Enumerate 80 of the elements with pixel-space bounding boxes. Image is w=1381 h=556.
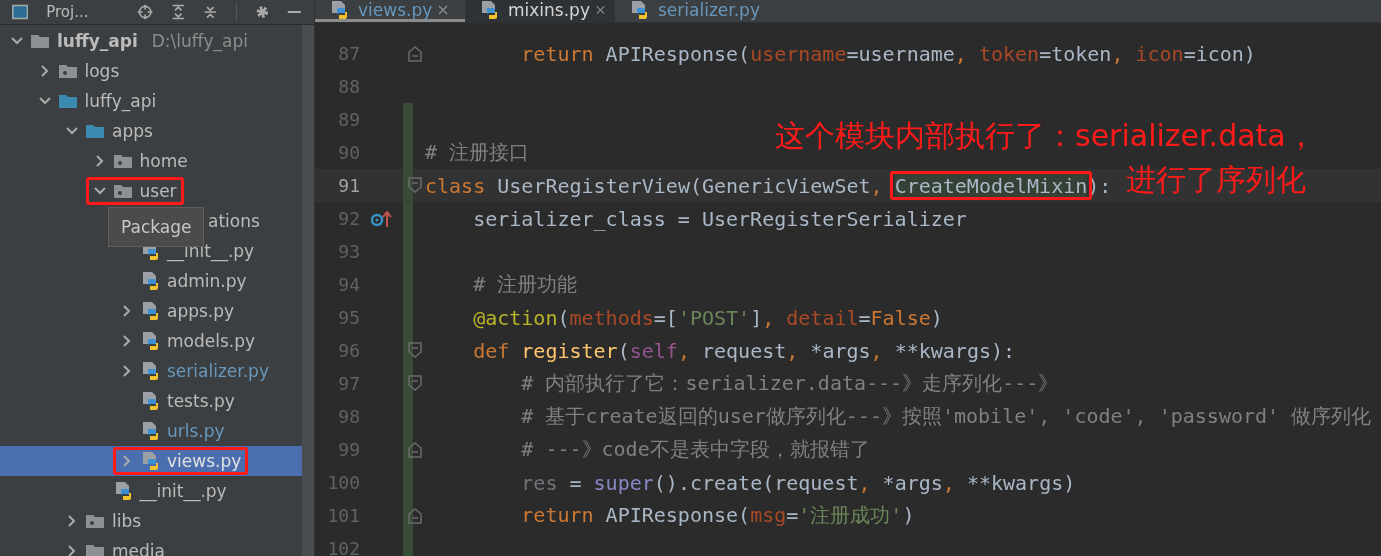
code-line: res = super().create(request, *args, **kwargs): [520, 470, 1076, 495]
tree-item[interactable]: tests.py: [113, 387, 242, 415]
override-icon[interactable]: [371, 210, 393, 228]
line-number: 96: [337, 340, 360, 361]
editor-tab[interactable]: mixins.py: [465, 0, 615, 22]
panel-title[interactable]: Proj...: [46, 3, 89, 21]
line-number: 88: [337, 76, 360, 97]
code-comment: # ---》code不是表中字段，就报错了: [520, 436, 870, 463]
fold-icon[interactable]: [408, 342, 422, 359]
code-comment: # 注册接口: [424, 139, 530, 166]
line-number: 91: [337, 175, 360, 196]
fold-icon[interactable]: [408, 375, 422, 392]
tree-item[interactable]: urls.py: [113, 417, 232, 445]
python-file-icon: [140, 301, 160, 321]
python-file-icon: [140, 271, 160, 291]
line-number: 100: [326, 472, 360, 493]
folder-icon: [85, 513, 105, 529]
tree-item[interactable]: apps: [58, 117, 160, 145]
fold-icon[interactable]: [408, 45, 422, 62]
line-number: 102: [326, 538, 360, 556]
line-number: 95: [337, 307, 360, 328]
line-number: 98: [337, 406, 360, 427]
tree-item[interactable]: apps.py: [113, 297, 242, 325]
python-file-icon: [479, 0, 499, 20]
line-number: 87: [337, 43, 360, 64]
python-file-icon: [329, 0, 349, 20]
line-number: 89: [337, 109, 360, 130]
locate-icon[interactable]: [136, 2, 153, 22]
code-comment: # 基于create返回的user做序列化---》按照'mobile', 'code', 'password' 做序列化: [520, 403, 1372, 430]
tree-item[interactable]: luffy_api: [30, 87, 164, 115]
line-number: 99: [337, 439, 360, 460]
line-number: 94: [337, 274, 360, 295]
tree-item[interactable]: libs: [58, 507, 149, 535]
python-file-icon: [140, 391, 160, 411]
code-line: @action(methods=['POST'], detail=False): [472, 305, 943, 330]
annotation-text: 进行了序列化: [1126, 161, 1306, 199]
python-file-icon: [140, 451, 160, 471]
line-number: 97: [337, 373, 360, 394]
settings-icon[interactable]: [254, 3, 270, 21]
tooltip: Package: [108, 207, 205, 247]
tree-item[interactable]: serializer.py: [113, 357, 276, 385]
expand-all-icon[interactable]: [170, 3, 186, 21]
folder-icon: [112, 153, 133, 169]
code-comment: # 内部执行了它：serializer.data---》走序列化---》: [520, 370, 1059, 397]
python-file-icon: [140, 331, 160, 351]
close-icon[interactable]: [438, 4, 449, 15]
python-file-icon: [140, 361, 160, 381]
tree-item[interactable]: views.py: [113, 447, 249, 475]
fold-icon[interactable]: [408, 441, 422, 458]
tree-item[interactable]: home: [85, 147, 195, 175]
line-number: 90: [337, 142, 360, 163]
annotation-text: 这个模块内部执行了：serializer.data，: [775, 117, 1316, 155]
tree-item[interactable]: user: [85, 177, 184, 205]
code-line: def register(self, request, *args, **kwargs):: [472, 338, 1016, 363]
python-file-icon: [629, 0, 649, 20]
folder-icon: [57, 63, 78, 79]
code-comment: # 注册功能: [472, 271, 578, 298]
tree-item[interactable]: luffy_api D:\luffy_api: [3, 27, 255, 55]
scrollbar[interactable]: [302, 25, 314, 556]
folder-icon: [112, 183, 133, 199]
fold-icon[interactable]: [408, 507, 422, 524]
fold-icon[interactable]: [408, 177, 422, 194]
editor-tab[interactable]: views.py: [315, 0, 465, 22]
line-number: 93: [337, 241, 360, 262]
folder-icon: [30, 33, 50, 49]
tree-item[interactable]: admin.py: [113, 267, 254, 295]
folder-icon: [85, 543, 105, 556]
project-icon[interactable]: [12, 3, 29, 21]
code-line: return APIResponse(msg='注册成功'): [520, 502, 915, 529]
folder-icon: [85, 123, 105, 139]
line-number: 101: [326, 505, 360, 526]
folder-icon: [57, 93, 78, 109]
close-icon[interactable]: [595, 4, 605, 15]
line-number: 92: [337, 208, 360, 229]
code-line: return APIResponse(username=username, token=token, icon=icon): [520, 41, 1256, 66]
tree-item[interactable]: models.py: [113, 327, 263, 355]
tree-item[interactable]: logs: [30, 57, 127, 85]
python-file-icon: [140, 421, 160, 441]
code-line: serializer_class = UserRegisterSerializer: [472, 206, 967, 231]
tree-item[interactable]: __init__.py: [85, 477, 234, 505]
